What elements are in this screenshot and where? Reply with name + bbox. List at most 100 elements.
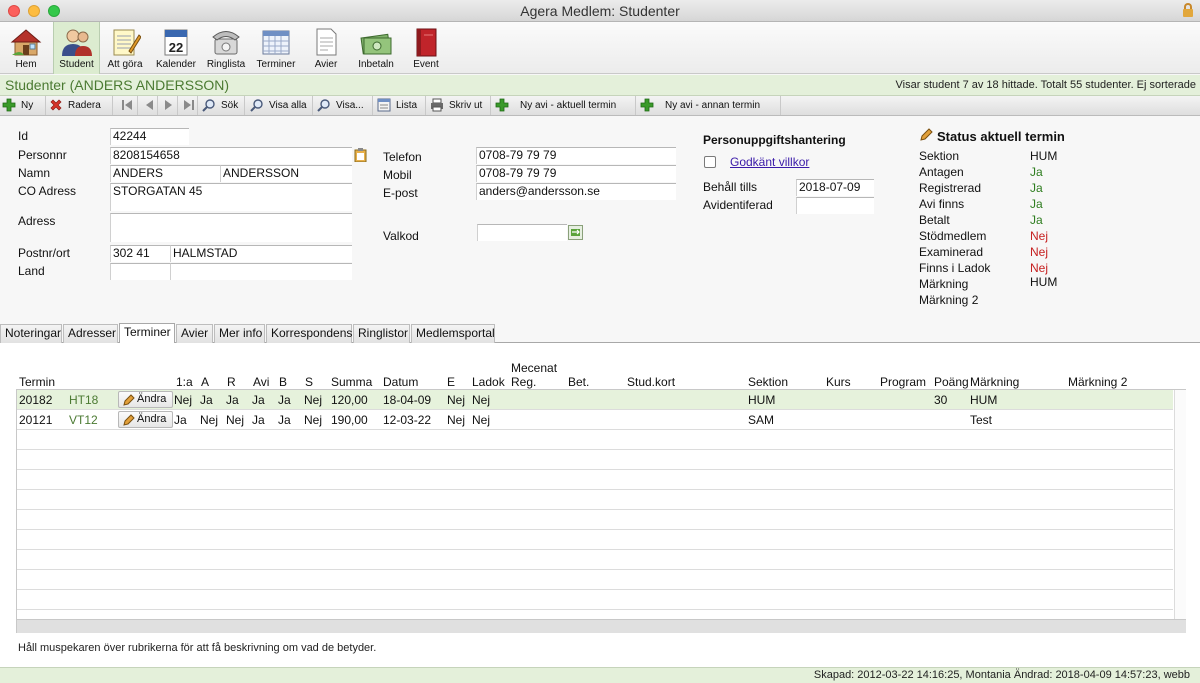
- keep-until-field[interactable]: 2018-07-09: [796, 179, 874, 196]
- col-header-markning[interactable]: Märkning: [970, 375, 1019, 389]
- col-header-bet[interactable]: Bet.: [568, 375, 589, 389]
- horizontal-scrollbar[interactable]: [17, 619, 1186, 633]
- country-field[interactable]: [170, 263, 352, 280]
- col-header-a[interactable]: A: [201, 375, 209, 389]
- toolbar-event-button[interactable]: Event: [406, 22, 446, 74]
- last-record-button[interactable]: [178, 96, 198, 115]
- col-header-ladok[interactable]: Ladok: [472, 375, 505, 389]
- first-record-button[interactable]: [116, 96, 138, 115]
- country-code-field[interactable]: [110, 263, 170, 280]
- new-avi-current-term-button[interactable]: Ny avi - aktuell termin: [493, 96, 636, 115]
- col-header-markning2[interactable]: Märkning 2: [1068, 375, 1127, 389]
- col-header-mecenat-reg[interactable]: Reg.: [511, 375, 536, 389]
- print-button[interactable]: Skriv ut: [428, 96, 491, 115]
- next-record-button[interactable]: [158, 96, 178, 115]
- clipboard-icon[interactable]: [354, 148, 367, 162]
- gdpr-heading: Personuppgiftshantering: [703, 133, 846, 147]
- phone-field[interactable]: 0708-79 79 79: [476, 147, 676, 164]
- address-field[interactable]: [110, 213, 352, 242]
- table-row: [17, 450, 1173, 470]
- col-header-first[interactable]: 1:a: [176, 375, 193, 389]
- show-all-button[interactable]: Visa alla: [248, 96, 313, 115]
- table-row[interactable]: 20121 VT12 Ja Nej Nej Ja Ja Nej 190,00 12-03-22 Ne…: [17, 410, 1173, 430]
- last-name-field[interactable]: ANDERSSON: [220, 165, 352, 182]
- mobile-field[interactable]: 0708-79 79 79: [476, 165, 676, 182]
- tab-korrespondens[interactable]: Korrespondens: [266, 324, 352, 343]
- tab-terminer[interactable]: Terminer: [119, 323, 175, 344]
- table-row: [17, 490, 1173, 510]
- co-address-field[interactable]: STORGATAN 45: [110, 183, 352, 211]
- plus-icon: [2, 98, 16, 112]
- col-header-summa[interactable]: Summa: [331, 375, 372, 389]
- toolbar-avier-button[interactable]: Avier: [306, 22, 346, 74]
- status-label: Examinerad: [919, 245, 984, 259]
- cell-code: HT18: [69, 393, 99, 407]
- col-header-s[interactable]: S: [305, 375, 313, 389]
- close-window-button[interactable]: [8, 5, 20, 17]
- id-field[interactable]: 42244: [110, 128, 189, 145]
- toolbar-student-button[interactable]: Student: [53, 22, 100, 74]
- plus-icon: [640, 98, 654, 112]
- toolbar-inbetaln-button[interactable]: Inbetaln: [353, 22, 399, 74]
- status-label: Stödmedlem: [919, 229, 987, 243]
- search-icon: [202, 99, 215, 113]
- cell-markning: Test: [970, 413, 993, 427]
- toolbar-terminer-button[interactable]: Terminer: [253, 22, 299, 74]
- list-button[interactable]: Lista: [375, 96, 426, 115]
- toolbar-todo-button[interactable]: Att göra: [103, 22, 147, 74]
- postnr-field[interactable]: 302 41: [110, 245, 170, 262]
- col-header-program[interactable]: Program: [880, 375, 926, 389]
- toolbar-ringlista-button[interactable]: Ringlista: [203, 22, 249, 74]
- col-header-sektion[interactable]: Sektion: [748, 375, 788, 389]
- show-button[interactable]: Visa...: [315, 96, 373, 115]
- tab-ringlistor[interactable]: Ringlistor: [353, 324, 410, 343]
- vertical-scrollbar[interactable]: [1174, 390, 1186, 619]
- col-header-studkort[interactable]: Stud.kort: [627, 375, 675, 389]
- edit-term-button[interactable]: Ändra: [118, 411, 173, 428]
- col-header-b[interactable]: B: [279, 375, 287, 389]
- approved-terms-link[interactable]: Godkänt villkor: [730, 155, 809, 169]
- col-header-datum[interactable]: Datum: [383, 375, 418, 389]
- email-field[interactable]: anders@andersson.se: [476, 183, 676, 200]
- calendar-icon: 22: [164, 29, 188, 56]
- delete-button[interactable]: Radera: [47, 96, 113, 115]
- new-button[interactable]: Ny: [0, 96, 46, 115]
- first-name-field[interactable]: ANDERS: [110, 165, 220, 182]
- search-button[interactable]: Sök: [200, 96, 245, 115]
- table-row[interactable]: 20182 HT18 Nej Ja Ja Ja Ja Nej 120,00 18-04-09 Nej…: [17, 390, 1173, 410]
- tab-medlemsportal[interactable]: Medlemsportal: [411, 324, 495, 343]
- anonymized-field[interactable]: [796, 197, 874, 214]
- terms-table: 20182 HT18 Nej Ja Ja Ja Ja Nej 120,00 18-04-09 Nej…: [16, 389, 1186, 633]
- valkod-field[interactable]: [477, 224, 567, 241]
- minimize-window-button[interactable]: [28, 5, 40, 17]
- mobile-label: Mobil: [383, 168, 412, 182]
- toolbar-calendar-button[interactable]: 22 Kalender: [152, 22, 200, 74]
- col-header-poang[interactable]: Poäng: [934, 375, 969, 389]
- tab-avier[interactable]: Avier: [176, 324, 213, 343]
- new-avi-other-term-button[interactable]: Ny avi - annan termin: [638, 96, 781, 115]
- previous-record-button[interactable]: [138, 96, 158, 115]
- city-field[interactable]: HALMSTAD: [170, 245, 352, 262]
- personnr-field[interactable]: 8208154658: [110, 147, 352, 164]
- col-header-avi[interactable]: Avi: [253, 375, 269, 389]
- approved-terms-checkbox[interactable]: [704, 156, 716, 168]
- cell-summa: 190,00: [331, 413, 368, 427]
- col-header-e[interactable]: E: [447, 375, 455, 389]
- cell-e: Nej: [447, 393, 466, 407]
- cell-sektion: SAM: [748, 413, 775, 427]
- zoom-window-button[interactable]: [48, 5, 60, 17]
- plus-icon: [495, 98, 509, 112]
- tab-adresser[interactable]: Adresser: [63, 324, 118, 343]
- edit-term-button[interactable]: Ändra: [118, 391, 173, 408]
- tab-noteringar[interactable]: Noteringar: [0, 324, 62, 343]
- valkod-lookup-icon[interactable]: [568, 225, 583, 240]
- col-header-r[interactable]: R: [227, 375, 236, 389]
- status-label: Avi finns: [919, 197, 965, 211]
- table-row: [17, 510, 1173, 530]
- col-header-mecenat[interactable]: Mecenat: [511, 361, 557, 375]
- tab-mer-info[interactable]: Mer info: [214, 324, 265, 343]
- col-header-termin[interactable]: Termin: [19, 375, 55, 389]
- postnr-city-label: Postnr/ort: [18, 246, 71, 260]
- toolbar-home-button[interactable]: Hem: [0, 22, 52, 74]
- col-header-kurs[interactable]: Kurs: [826, 375, 851, 389]
